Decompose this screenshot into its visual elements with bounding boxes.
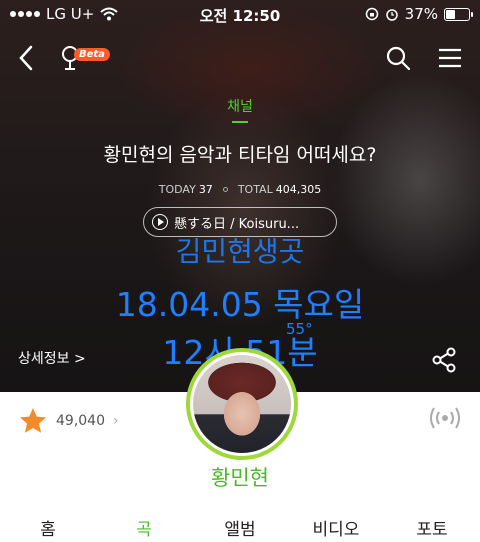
now-playing-button[interactable]: 懸する日 / Koisuru... <box>143 207 337 237</box>
live-broadcast-icon <box>430 407 460 429</box>
live-button[interactable] <box>428 403 462 433</box>
today-count: 37 <box>198 183 213 196</box>
overlay-temperature: 55° <box>286 320 313 338</box>
alarm-icon <box>385 9 398 21</box>
star-icon <box>20 408 46 433</box>
artist-avatar[interactable] <box>186 348 298 460</box>
channel-label: 채널 <box>227 99 253 115</box>
tab-videos[interactable]: 비디오 <box>288 508 384 542</box>
channel-underline <box>232 121 248 123</box>
battery-icon <box>444 7 473 21</box>
search-icon <box>386 46 411 71</box>
today-label: TODAY <box>158 183 196 196</box>
chevron-left-icon <box>19 45 33 71</box>
share-button[interactable] <box>430 346 458 374</box>
detail-info-link[interactable]: 상세정보 > <box>18 348 86 368</box>
tab-songs[interactable]: 곡 <box>96 508 192 542</box>
artist-name: 황민현 <box>211 466 269 490</box>
tab-home[interactable]: 홈 <box>0 508 96 542</box>
tab-bar: 홈 곡 앨범 비디오 포토 <box>0 508 480 542</box>
battery-percent: 37% <box>404 5 438 23</box>
top-nav-bar: Beta <box>0 36 480 80</box>
rating-row[interactable]: 49,040 › <box>18 406 119 436</box>
now-playing-title: 懸する日 / Koisuru... <box>174 216 300 232</box>
stats-separator <box>222 187 228 192</box>
rating-count: 49,040 <box>56 413 105 429</box>
back-button[interactable] <box>10 42 42 74</box>
status-bar: LG U+ 오전 12:50 37% <box>0 0 480 28</box>
share-icon <box>432 347 456 373</box>
overlay-date: 18.04.05 목요일 <box>115 285 365 324</box>
beta-badge: Beta <box>74 48 110 61</box>
visitor-stats: TODAY 37 TOTAL 404,305 <box>0 183 480 196</box>
rating-chevron: › <box>113 413 119 429</box>
artist-photo <box>193 355 291 453</box>
play-icon <box>152 214 168 230</box>
tab-photos[interactable]: 포토 <box>384 508 480 542</box>
search-button[interactable] <box>382 42 414 74</box>
total-label: TOTAL <box>237 183 273 196</box>
tab-albums[interactable]: 앨범 <box>192 508 288 542</box>
status-right: 37% <box>365 5 473 23</box>
channel-title: 황민현의 음악과 티타임 어떠세요? <box>103 144 377 166</box>
rotation-lock-icon <box>365 7 378 21</box>
total-count: 404,305 <box>275 183 322 196</box>
hamburger-menu-icon <box>439 48 461 68</box>
menu-button[interactable] <box>434 42 466 74</box>
